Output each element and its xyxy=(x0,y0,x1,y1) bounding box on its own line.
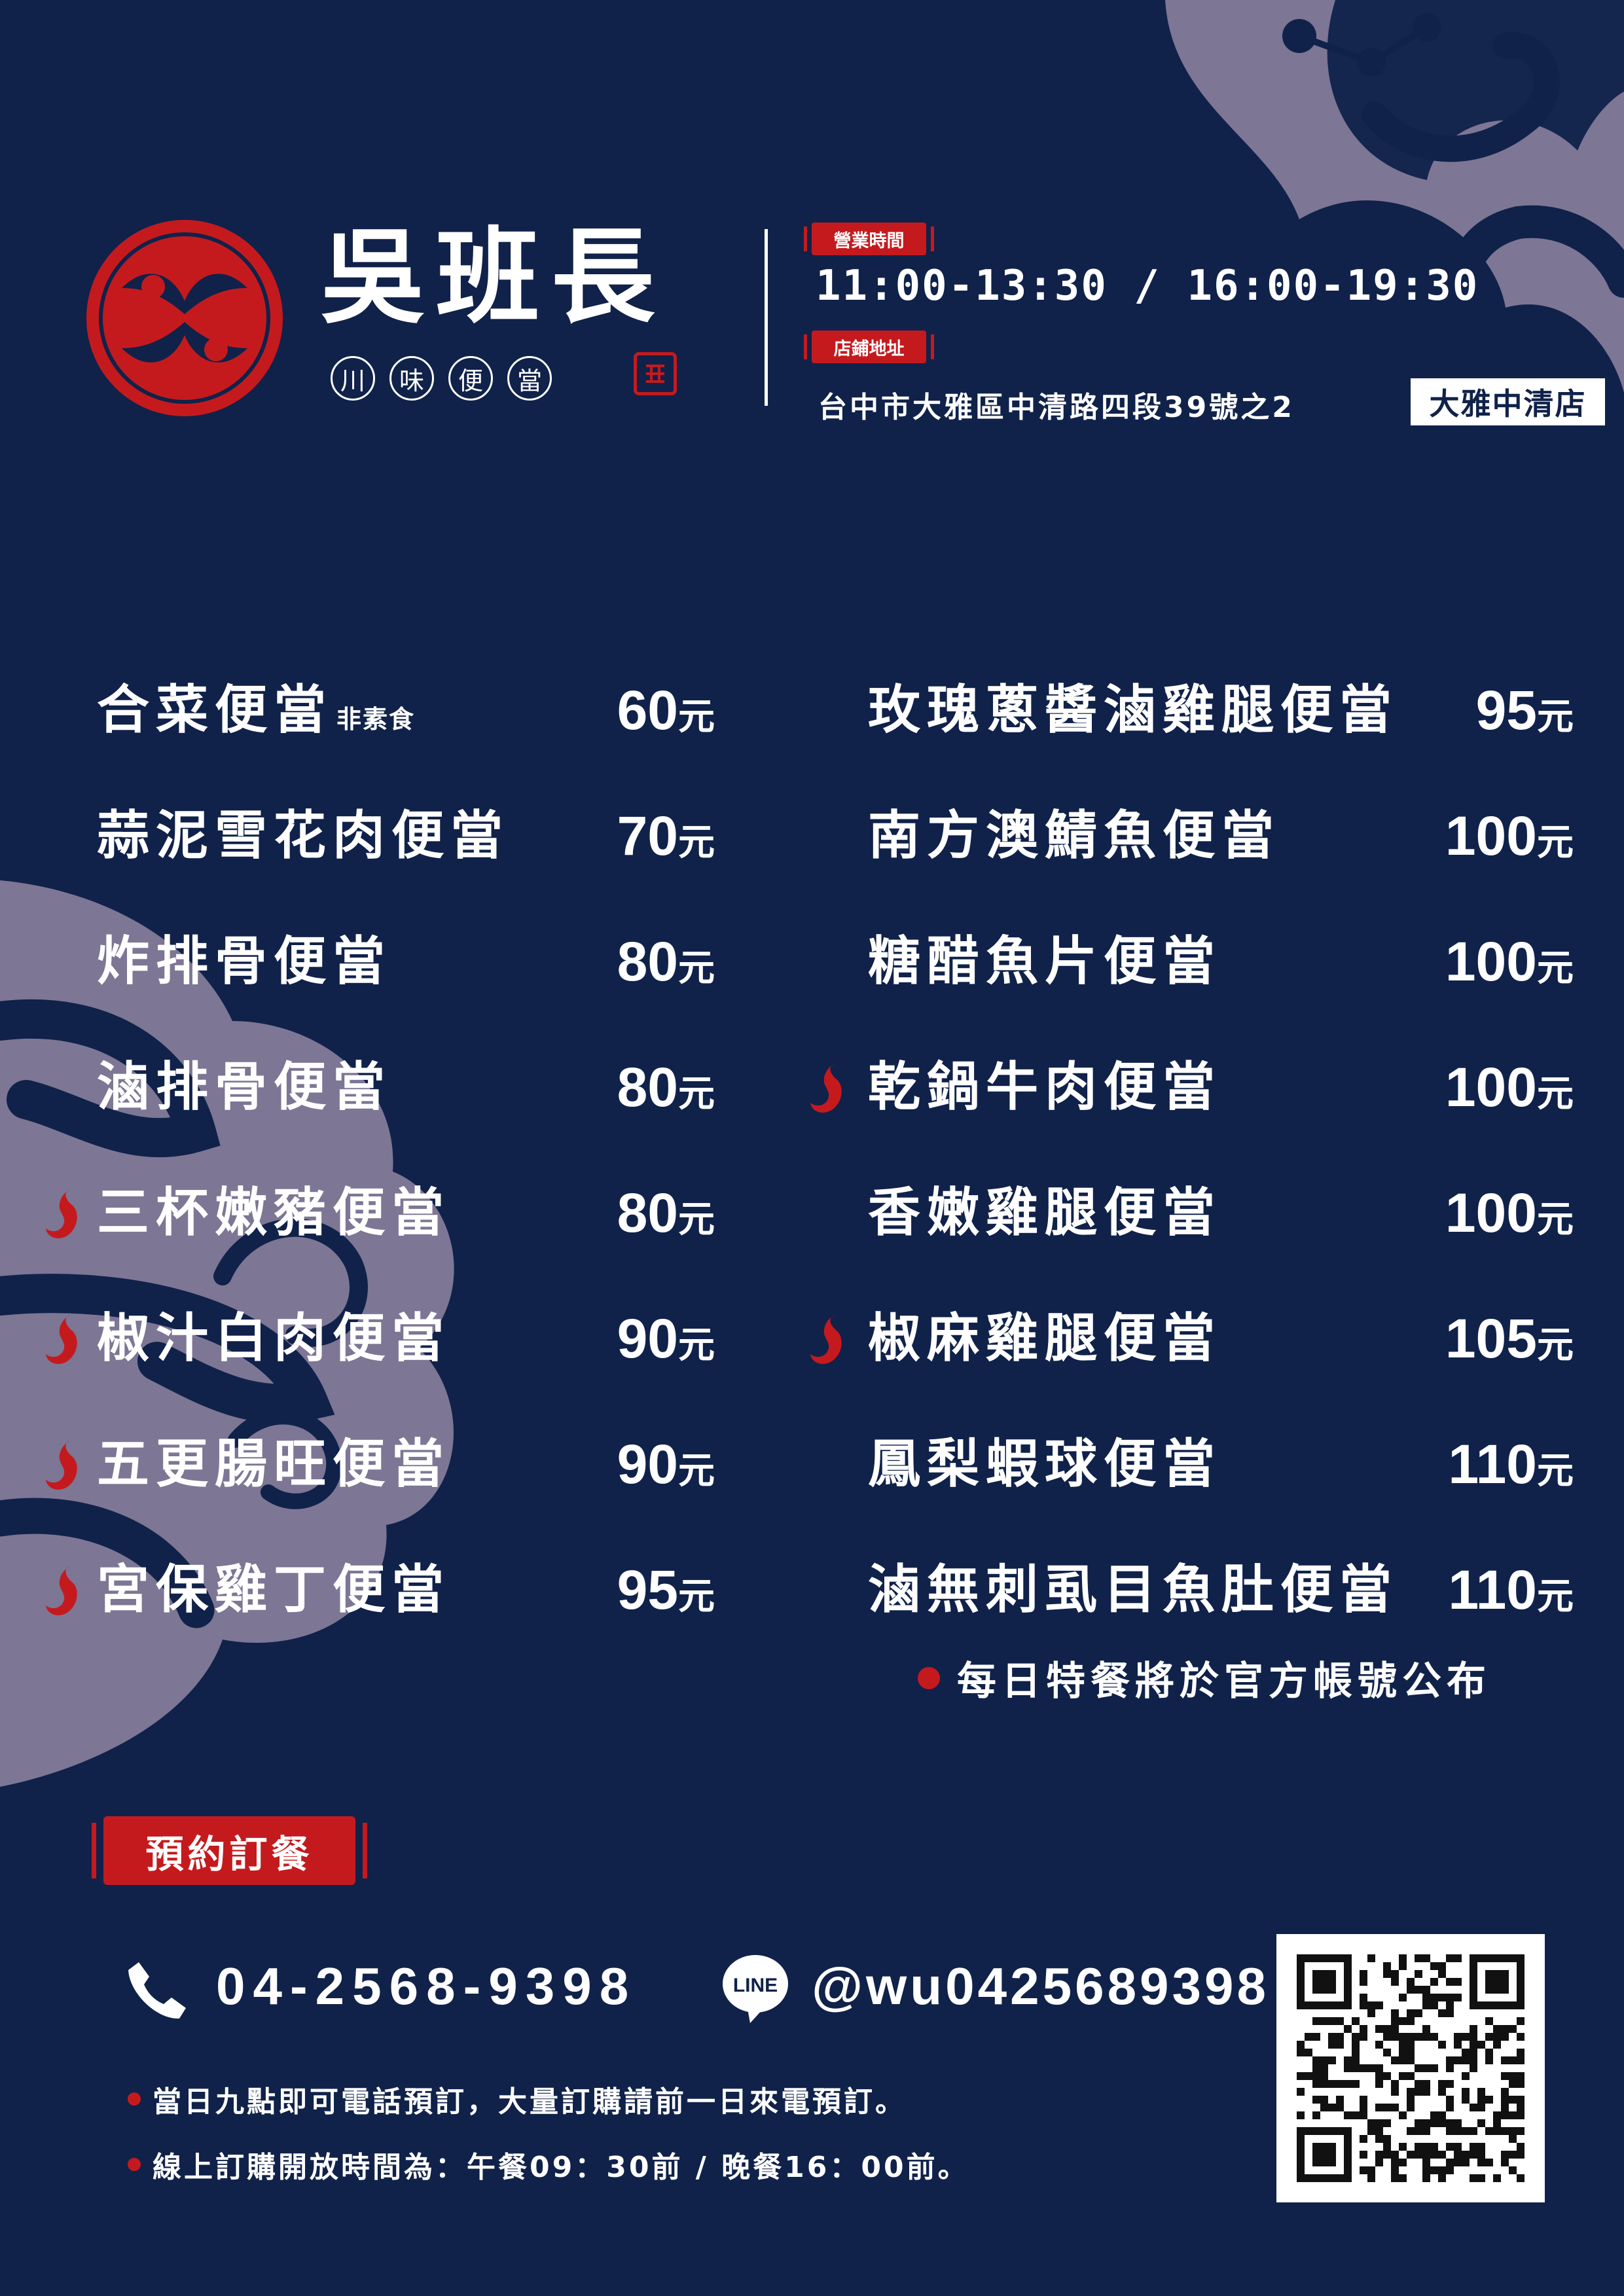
menu-item-price: 100元 xyxy=(1445,805,1574,867)
order-title-text: 預約訂餐 xyxy=(145,1831,314,1876)
phone-icon xyxy=(128,1962,186,2019)
order-note-1: 當日九點即可電話預訂，大量訂購請前一日來電預訂。 xyxy=(128,2078,907,2120)
menu-item-price: 100元 xyxy=(1445,1056,1574,1118)
order-note-text: 線上訂購開放時間為：午餐09：30前 / 晚餐16：00前。 xyxy=(153,2151,969,2184)
menu-item: 乾鍋牛肉便當 100元 xyxy=(0,1048,1624,1126)
order-note-text: 當日九點即可電話預訂，大量訂購請前一日來電預訂。 xyxy=(153,2085,907,2119)
menu-item: 糖醋魚片便當 100元 xyxy=(0,922,1624,1001)
menu-item-price: 100元 xyxy=(1445,1182,1574,1244)
currency-unit: 元 xyxy=(1537,696,1574,738)
branch-badge: 大雅中清店 xyxy=(1411,378,1605,425)
daily-special-note: 每日特餐將於官方帳號公布 xyxy=(918,1649,1491,1706)
qr-code[interactable] xyxy=(1276,1934,1545,2202)
menu-poster: 吳班長 川 味 便 當 營業時間 11:00-13:30 / 16:00-19:… xyxy=(0,0,1624,2296)
header-divider xyxy=(765,229,768,406)
order-title: 預約訂餐 xyxy=(92,1816,367,1885)
currency-unit: 元 xyxy=(1537,947,1574,990)
line-icon: LINE xyxy=(723,1955,788,2023)
address-label: 店鋪地址 xyxy=(804,331,934,363)
hours-label: 營業時間 xyxy=(804,223,934,255)
line-id[interactable]: @wu0425689398 xyxy=(812,1950,1269,2022)
menu-item-name: 滷無刺虱目魚肚便當 xyxy=(868,1559,1398,1620)
store-address: 台中市大雅區中清路四段39號之2 xyxy=(818,391,1295,424)
menu-item-price: 110元 xyxy=(1448,1433,1574,1495)
menu-item-price: 105元 xyxy=(1445,1308,1574,1369)
line-icon-label: LINE xyxy=(733,1975,778,1996)
currency-unit: 元 xyxy=(1537,1324,1574,1367)
menu-item-name: 乾鍋牛肉便當 xyxy=(868,1056,1221,1117)
qr-code-icon xyxy=(1297,1954,1525,2182)
currency-unit: 元 xyxy=(1537,1198,1574,1241)
menu-item: 滷無刺虱目魚肚便當 110元 xyxy=(0,1551,1624,1629)
bullet-dot xyxy=(918,1666,940,1689)
phone-number[interactable]: 04-2568-9398 xyxy=(216,1950,636,2022)
subtitle-char: 川 xyxy=(331,356,375,401)
menu-item-name: 香嫩雞腿便當 xyxy=(868,1182,1221,1243)
business-hours: 11:00-13:30 / 16:00-19:30 xyxy=(816,262,1479,310)
menu-item: 香嫩雞腿便當 100元 xyxy=(0,1174,1624,1252)
menu-item: 鳳梨蝦球便當 110元 xyxy=(0,1425,1624,1503)
subtitle-char: 便 xyxy=(448,356,493,401)
menu-item-name: 椒麻雞腿便當 xyxy=(868,1308,1221,1369)
brand-subtitle: 川 味 便 當 xyxy=(331,352,552,404)
menu-item-name: 鳳梨蝦球便當 xyxy=(868,1433,1221,1494)
daily-special-text: 每日特餐將於官方帳號公布 xyxy=(957,1659,1491,1704)
subtitle-char: 當 xyxy=(507,356,552,401)
chili-pepper-icon xyxy=(806,1060,850,1119)
menu-item-price: 100元 xyxy=(1445,931,1574,992)
order-note-2: 線上訂購開放時間為：午餐09：30前 / 晚餐16：00前。 xyxy=(128,2144,969,2185)
subtitle-char: 味 xyxy=(389,356,434,401)
chili-pepper-icon xyxy=(806,1311,850,1370)
currency-unit: 元 xyxy=(1537,1575,1574,1618)
menu-item-name: 南方澳鯖魚便當 xyxy=(868,805,1280,866)
cloud-top-right xyxy=(1165,0,1624,393)
currency-unit: 元 xyxy=(1537,1073,1574,1115)
menu-item: 椒麻雞腿便當 105元 xyxy=(0,1299,1624,1378)
menu-item-name: 玫瑰蔥醬滷雞腿便當 xyxy=(868,679,1398,740)
menu-item: 玫瑰蔥醬滷雞腿便當 95元 xyxy=(0,671,1624,749)
menu-item-price: 95元 xyxy=(1475,679,1574,741)
menu-item-name: 糖醋魚片便當 xyxy=(868,931,1221,992)
menu-item-price: 110元 xyxy=(1448,1559,1574,1621)
brand-name: 吳班長 xyxy=(321,217,666,338)
currency-unit: 元 xyxy=(1537,1450,1574,1492)
seal-stamp-icon xyxy=(634,352,677,395)
currency-unit: 元 xyxy=(1537,821,1574,864)
logo-seal-icon xyxy=(86,220,283,416)
menu-item: 南方澳鯖魚便當 100元 xyxy=(0,797,1624,875)
